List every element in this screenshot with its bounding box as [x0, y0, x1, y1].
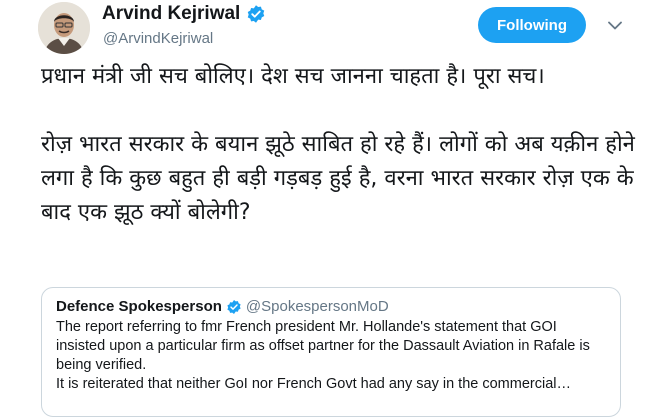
tweet-text: प्रधान मंत्री जी सच बोलिए। देश सच जानना … — [41, 64, 635, 225]
verified-badge-icon — [246, 4, 266, 24]
quoted-author-name: Defence Spokesperson — [56, 298, 222, 315]
following-button[interactable]: Following — [478, 7, 586, 43]
author-handle[interactable]: @ArvindKejriwal — [103, 30, 213, 47]
verified-badge-icon — [226, 299, 242, 315]
quoted-tweet-body: The report referring to fmr French presi… — [56, 318, 606, 394]
quoted-tweet[interactable]: Defence Spokesperson @SpokespersonMoD Th… — [41, 287, 621, 417]
avatar[interactable] — [38, 2, 90, 54]
quoted-tweet-paragraph: The report referring to fmr French presi… — [56, 319, 590, 373]
quoted-author-handle: @SpokespersonMoD — [245, 298, 389, 315]
author-name[interactable]: Arvind Kejriwal — [102, 3, 240, 25]
quoted-tweet-header: Defence Spokesperson @SpokespersonMoD — [56, 298, 606, 315]
author-name-row[interactable]: Arvind Kejriwal — [102, 3, 266, 25]
quoted-tweet-paragraph: It is reiterated that neither GoI nor Fr… — [56, 376, 571, 392]
chevron-down-icon[interactable] — [604, 14, 626, 36]
